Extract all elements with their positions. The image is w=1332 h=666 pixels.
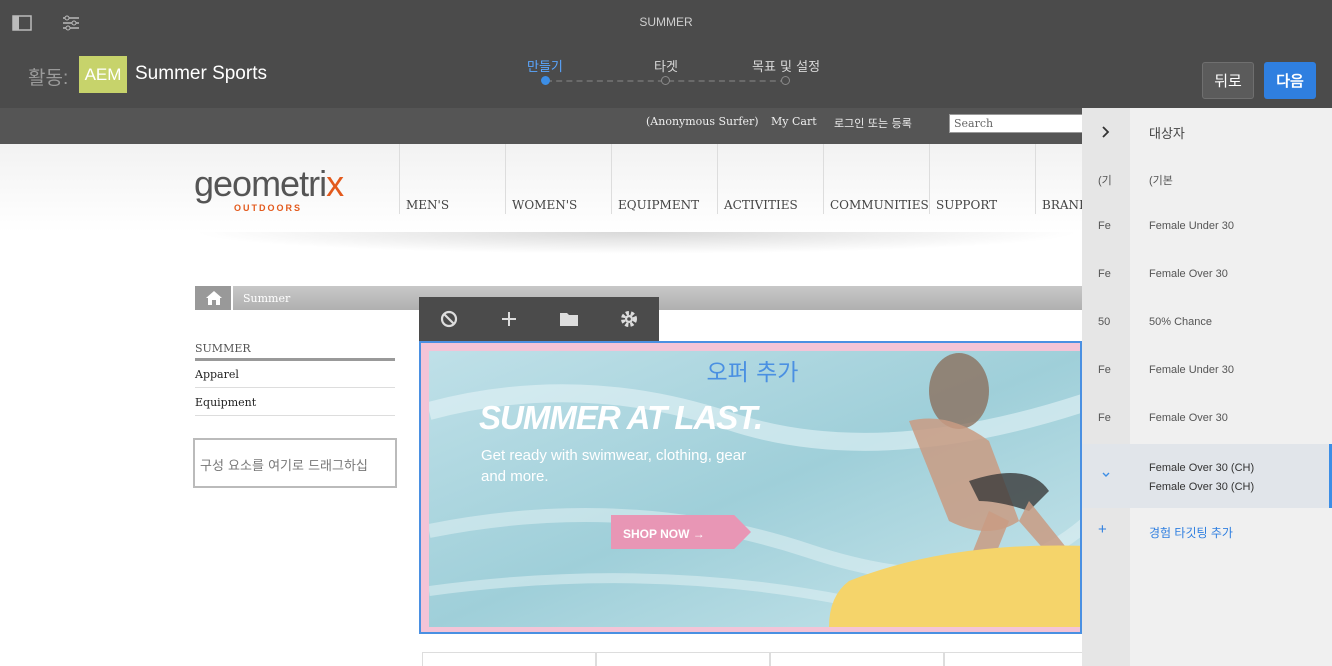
- anonymous-surfer-link[interactable]: (Anonymous Surfer): [646, 115, 759, 128]
- step-target[interactable]: 타겟: [654, 56, 678, 75]
- panel-header: 대상자: [1082, 108, 1332, 156]
- hero-title: SUMMER AT LAST.: [479, 399, 763, 436]
- audience-abbr: Fe: [1098, 364, 1111, 376]
- selected-audience-line2: Female Over 30 (CH): [1149, 481, 1255, 493]
- sidenav-heading[interactable]: SUMMER: [195, 342, 395, 361]
- sidenav-item-equipment[interactable]: Equipment: [195, 396, 395, 416]
- audience-row[interactable]: Fe Female Under 30: [1082, 204, 1332, 252]
- hero-image: SUMMER AT LAST. Get ready with swimwear,…: [429, 351, 1080, 627]
- nav-mens[interactable]: MEN'S: [399, 144, 505, 214]
- login-register-link[interactable]: 로그인 또는 등록: [834, 115, 912, 131]
- activity-label: 활동:: [28, 68, 69, 89]
- add-offer-label[interactable]: 오퍼 추가: [421, 353, 1080, 387]
- nav-womens[interactable]: WOMEN'S: [505, 144, 611, 214]
- selected-audience-line1: Female Over 30 (CH): [1149, 462, 1255, 474]
- nav-brand[interactable]: BRAND: [1035, 144, 1082, 214]
- audience-row[interactable]: Fe Female Under 30: [1082, 348, 1332, 396]
- component-toolbar: [419, 297, 659, 341]
- nav-equipment[interactable]: EQUIPMENT: [611, 144, 717, 214]
- sidenav-item-apparel[interactable]: Apparel: [195, 368, 395, 388]
- audience-row[interactable]: Fe Female Over 30: [1082, 396, 1332, 444]
- audience-label: Female Over 30: [1149, 268, 1228, 280]
- product-thumb[interactable]: [422, 652, 596, 666]
- add-experience-targeting[interactable]: + 경험 타깃팅 추가: [1082, 508, 1332, 556]
- audience-label: Female Over 30: [1149, 412, 1228, 424]
- geometrixx-logo[interactable]: geometrix OUTDOORS: [194, 163, 344, 214]
- audience-label: (기본: [1149, 175, 1173, 187]
- audience-abbr: Fe: [1098, 268, 1111, 280]
- utility-strip: (Anonymous Surfer) My Cart 로그인 또는 등록 Sea…: [0, 108, 1082, 144]
- breadcrumb-current[interactable]: Summer: [243, 292, 290, 305]
- brand-badge: AEM: [79, 56, 127, 93]
- add-experience-label: 경험 타깃팅 추가: [1149, 526, 1233, 540]
- logo-x: x: [326, 163, 344, 204]
- audience-row[interactable]: Fe Female Over 30: [1082, 252, 1332, 300]
- product-thumb[interactable]: [944, 652, 1082, 666]
- my-cart-link[interactable]: My Cart: [771, 115, 817, 128]
- back-button[interactable]: 뒤로: [1202, 62, 1254, 99]
- folder-icon[interactable]: [557, 307, 581, 331]
- chevron-down-icon[interactable]: [1100, 470, 1112, 480]
- audience-row-selected[interactable]: Female Over 30 (CH) Female Over 30 (CH): [1082, 444, 1332, 508]
- audience-abbr: Fe: [1098, 220, 1111, 232]
- header-shadow: [192, 232, 1082, 254]
- step-goals-settings[interactable]: 목표 및 설정: [752, 56, 820, 75]
- step-create[interactable]: 만들기: [527, 56, 563, 75]
- audience-abbr: 50: [1098, 316, 1111, 328]
- panel-title: 대상자: [1149, 126, 1185, 141]
- home-crumb[interactable]: [195, 286, 233, 310]
- audience-row-default[interactable]: (기 (기본: [1082, 156, 1332, 204]
- product-thumb[interactable]: [596, 652, 770, 666]
- add-icon[interactable]: [497, 307, 521, 331]
- audience-label: Female Under 30: [1149, 364, 1234, 376]
- logo-text: geometri: [194, 163, 327, 204]
- top-bar: SUMMER 활동: AEM Summer Sports 만들기 타겟 목표 및…: [0, 0, 1332, 108]
- audience-row[interactable]: 50 50% Chance: [1082, 300, 1332, 348]
- audience-abbr: (기: [1098, 175, 1112, 187]
- page-title: SUMMER: [639, 15, 693, 29]
- step-dot-goals: [781, 76, 790, 85]
- home-icon: [206, 291, 222, 305]
- step-dot-target: [661, 76, 670, 85]
- audience-abbr: Fe: [1098, 412, 1111, 424]
- surfer-image: [429, 351, 1080, 627]
- search-input[interactable]: Search: [949, 114, 1082, 133]
- audience-label: 50% Chance: [1149, 316, 1212, 328]
- audience-label: Female Under 30: [1149, 220, 1234, 232]
- gear-icon[interactable]: [617, 307, 641, 331]
- product-thumbnails: [422, 652, 1082, 666]
- shop-now-button[interactable]: SHOP NOW →: [611, 515, 751, 549]
- step-dot-create: [541, 76, 550, 85]
- activity-name: Summer Sports: [135, 63, 267, 84]
- plus-icon: +: [1098, 521, 1107, 538]
- component-dropzone[interactable]: 구성 요소를 여기로 드래그하십: [193, 438, 397, 488]
- hero-subtitle: Get ready with swimwear, clothing, gear …: [481, 447, 747, 485]
- nav-communities[interactable]: COMMUNITIES: [823, 144, 929, 214]
- page-preview: (Anonymous Surfer) My Cart 로그인 또는 등록 Sea…: [0, 108, 1082, 666]
- next-button[interactable]: 다음: [1264, 62, 1316, 99]
- disable-icon[interactable]: [437, 307, 461, 331]
- chevron-right-icon[interactable]: [1099, 125, 1113, 139]
- nav-support[interactable]: SUPPORT: [929, 144, 1035, 214]
- logo-subtitle: OUTDOORS: [234, 203, 303, 213]
- product-thumb[interactable]: [770, 652, 944, 666]
- audience-panel: 대상자 (기 (기본 Fe Female Under 30 Fe Female …: [1082, 108, 1332, 666]
- hero-banner[interactable]: SUMMER AT LAST. Get ready with swimwear,…: [419, 341, 1082, 634]
- nav-activities[interactable]: ACTIVITIES: [717, 144, 823, 214]
